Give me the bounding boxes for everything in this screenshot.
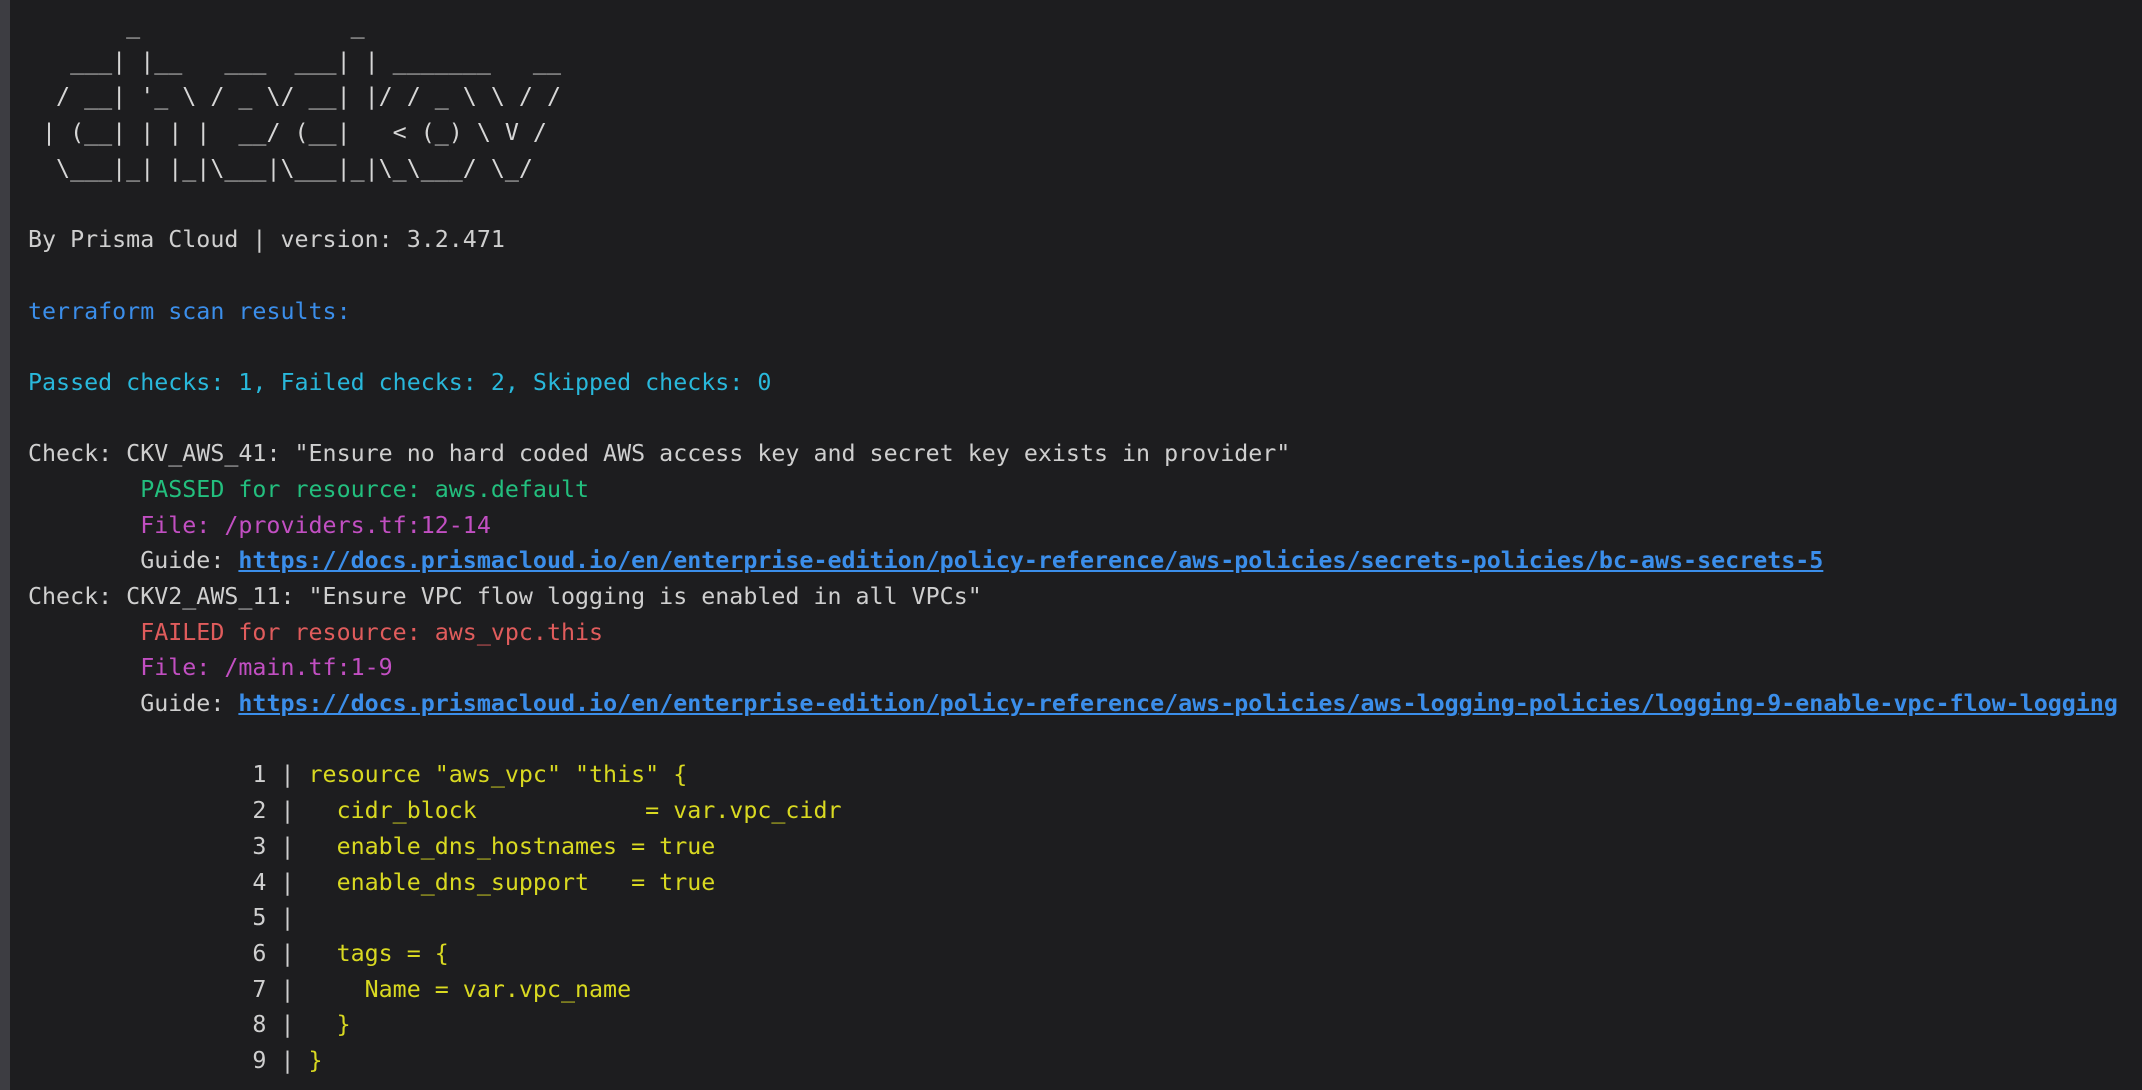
code-line-number: 9 xyxy=(252,1047,266,1074)
code-line: 3 | enable_dns_hostnames = true xyxy=(28,829,2142,865)
code-line: 8 | } xyxy=(28,1007,2142,1043)
check-status-failed: FAILED for resource: aws_vpc.this xyxy=(28,615,2142,651)
code-line-number: 4 xyxy=(252,869,266,896)
ascii-logo-line: / __| '_ \ / _ \/ __| |/ / _ \ \ / / xyxy=(28,79,2142,115)
code-line: 6 | tags = { xyxy=(28,936,2142,972)
scan-results-header: terraform scan results: xyxy=(28,294,2142,330)
guide-label: Guide: xyxy=(140,547,238,574)
code-line-number: 1 xyxy=(252,761,266,788)
code-line-number: 5 xyxy=(252,904,266,931)
guide-link[interactable]: https://docs.prismacloud.io/en/enterpris… xyxy=(238,690,2117,717)
code-line: 1 | resource "aws_vpc" "this" { xyxy=(28,757,2142,793)
code-text: cidr_block = var.vpc_cidr xyxy=(309,797,842,824)
version-byline: By Prisma Cloud | version: 3.2.471 xyxy=(28,222,2142,258)
check-status-passed: PASSED for resource: aws.default xyxy=(28,472,2142,508)
ascii-logo-line: _ _ xyxy=(28,8,2142,44)
code-line-number: 8 xyxy=(252,1011,266,1038)
check-guide-line: Guide: https://docs.prismacloud.io/en/en… xyxy=(28,686,2142,722)
blank-line xyxy=(28,722,2142,758)
code-text: resource "aws_vpc" "this" { xyxy=(309,761,688,788)
code-text: enable_dns_support = true xyxy=(309,869,716,896)
code-line-number: 7 xyxy=(252,976,266,1003)
code-line-separator: | xyxy=(266,940,308,967)
code-line: 7 | Name = var.vpc_name xyxy=(28,972,2142,1008)
terminal-window: _ _ ___| |__ ___ ___| | _______ __ / __|… xyxy=(0,0,2142,1090)
code-line: 2 | cidr_block = var.vpc_cidr xyxy=(28,793,2142,829)
code-line-separator: | xyxy=(266,833,308,860)
code-line-number: 6 xyxy=(252,940,266,967)
code-text: } xyxy=(309,1011,351,1038)
code-line-number: 3 xyxy=(252,833,266,860)
blank-line xyxy=(28,329,2142,365)
code-line-separator: | xyxy=(266,797,308,824)
code-line: 5 | xyxy=(28,900,2142,936)
code-text: } xyxy=(309,1047,323,1074)
code-line-separator: | xyxy=(266,869,308,896)
code-line-separator: | xyxy=(266,1011,308,1038)
code-line-separator: | xyxy=(266,904,308,931)
check-title: Check: CKV2_AWS_11: "Ensure VPC flow log… xyxy=(28,579,2142,615)
code-line-number: 2 xyxy=(252,797,266,824)
code-line-separator: | xyxy=(266,1047,308,1074)
code-text: tags = { xyxy=(309,940,449,967)
code-line: 9 | } xyxy=(28,1043,2142,1079)
code-text: enable_dns_hostnames = true xyxy=(309,833,716,860)
scrollbar-track[interactable] xyxy=(0,0,10,1090)
ascii-logo-line: \___|_| |_|\___|\___|_|\_\___/ \_/ xyxy=(28,151,2142,187)
ascii-logo-line: ___| |__ ___ ___| | _______ __ xyxy=(28,44,2142,80)
checks-summary: Passed checks: 1, Failed checks: 2, Skip… xyxy=(28,365,2142,401)
code-line: 4 | enable_dns_support = true xyxy=(28,865,2142,901)
blank-line xyxy=(28,401,2142,437)
code-line-separator: | xyxy=(266,976,308,1003)
terminal-output: _ _ ___| |__ ___ ___| | _______ __ / __|… xyxy=(10,0,2142,1090)
guide-link[interactable]: https://docs.prismacloud.io/en/enterpris… xyxy=(238,547,1823,574)
check-file-path: File: /providers.tf:12-14 xyxy=(28,508,2142,544)
check-title: Check: CKV_AWS_41: "Ensure no hard coded… xyxy=(28,436,2142,472)
blank-line xyxy=(28,186,2142,222)
check-guide-line: Guide: https://docs.prismacloud.io/en/en… xyxy=(28,543,2142,579)
ascii-logo-line: | (__| | | | __/ (__| < (_) \ V / xyxy=(28,115,2142,151)
blank-line xyxy=(28,258,2142,294)
guide-label: Guide: xyxy=(140,690,238,717)
code-line-separator: | xyxy=(266,761,308,788)
check-file-path: File: /main.tf:1-9 xyxy=(28,650,2142,686)
code-text: Name = var.vpc_name xyxy=(309,976,632,1003)
